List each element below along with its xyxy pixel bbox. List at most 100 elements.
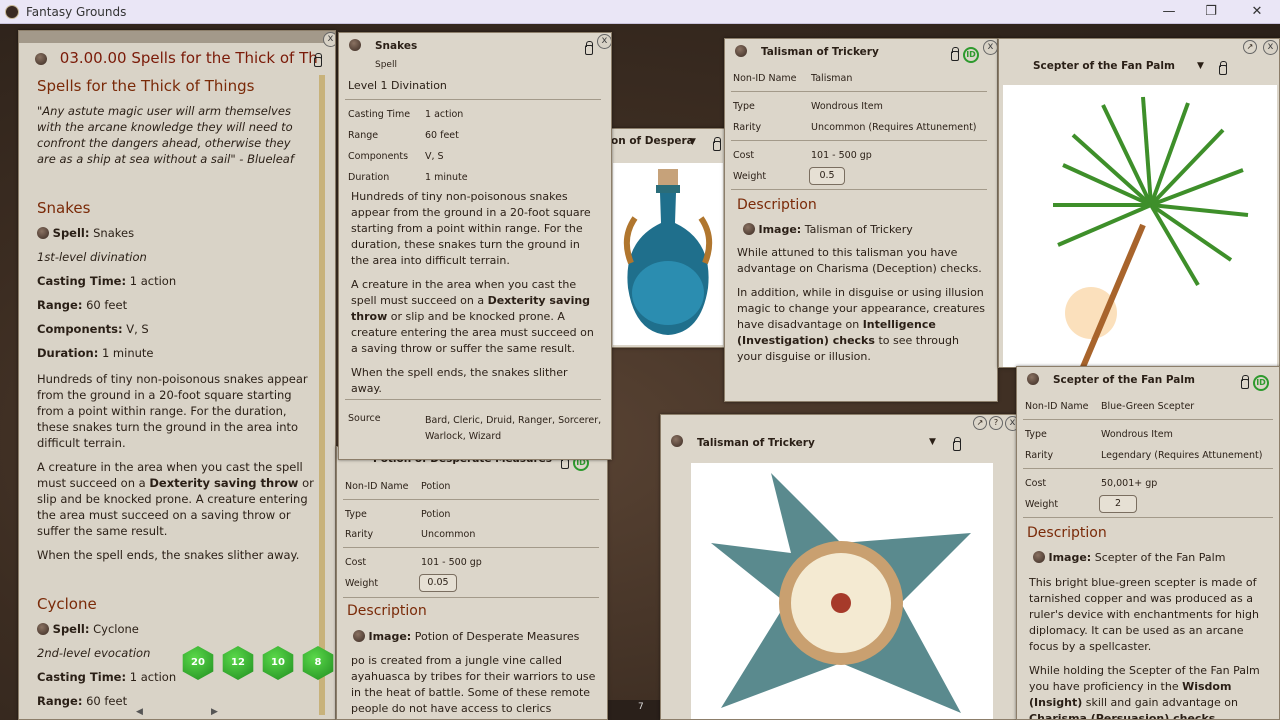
- talisman-image-link-icon[interactable]: [743, 223, 755, 235]
- potion-para1-a: po: [351, 654, 365, 667]
- scepter-rarity-value[interactable]: Legendary (Requires Attunement): [1101, 450, 1262, 461]
- potion-cost-value[interactable]: 101 - 500 gp: [421, 557, 482, 568]
- scepter-image-panel[interactable]: ↗ x Scepter of the Fan Palm ▼: [998, 38, 1280, 368]
- spell-close-icon[interactable]: x: [597, 34, 611, 49]
- casting-value: 1 action: [129, 274, 177, 288]
- scepter-type-value[interactable]: Wondrous Item: [1101, 429, 1173, 440]
- spell-title: Snakes: [375, 40, 418, 52]
- snakes-link-icon[interactable]: [37, 227, 49, 239]
- cyclone-link-label: Spell:: [52, 622, 90, 636]
- potion-rarity-value[interactable]: Uncommon: [421, 529, 475, 540]
- story-link-icon[interactable]: [35, 53, 47, 65]
- close-button[interactable]: ✕: [1246, 3, 1268, 21]
- scepter-cost-label: Cost: [1025, 478, 1047, 489]
- scepter-id-icon[interactable]: ID: [1253, 375, 1269, 391]
- scepter-cost-value[interactable]: 50,001+ gp: [1101, 478, 1157, 489]
- talisman-item-panel[interactable]: x Talisman of Trickery ID Non-ID Name Ta…: [724, 38, 998, 402]
- story-para2-bold: Dexterity saving throw: [149, 476, 299, 490]
- scepter-image-resize-icon[interactable]: ↗: [1243, 40, 1257, 54]
- talisman-weight-label: Weight: [733, 171, 767, 182]
- talisman-cost-label: Cost: [733, 150, 755, 161]
- potion-image-link-icon[interactable]: [353, 630, 365, 642]
- talisman-image-name[interactable]: Talisman of Trickery: [805, 223, 913, 236]
- story-quote: "Any astute magic user will arm themselv…: [37, 104, 294, 166]
- potion-type-label: Type: [345, 509, 367, 520]
- scepter-image-lock-icon[interactable]: [1219, 61, 1227, 75]
- potion-weight-field[interactable]: 0.05: [419, 574, 457, 592]
- talisman-image-help-icon[interactable]: ?: [989, 416, 1003, 430]
- story-lock-icon[interactable]: [314, 53, 322, 67]
- scepter-nonid-value[interactable]: Blue-Green Scepter: [1101, 401, 1194, 412]
- talisman-nonid-label: Non-ID Name: [733, 73, 797, 84]
- story-panel[interactable]: x 03.00.00 Spells for the Thick of Th Sp…: [18, 30, 336, 720]
- snakes-level: 1st-level divination: [37, 250, 147, 264]
- scepter-title: Scepter of the Fan Palm: [1053, 374, 1195, 386]
- spell-casting-value[interactable]: 1 action: [425, 109, 463, 120]
- talisman-para1: While attuned to this talisman you have …: [737, 246, 982, 275]
- cyclone-casting-value: 1 action: [129, 670, 177, 684]
- spell-lock-icon[interactable]: [585, 41, 593, 55]
- potion-para1-b: is created from a jungle vine: [368, 654, 526, 667]
- scepter-image-close-icon[interactable]: x: [1263, 40, 1278, 55]
- spell-source-value[interactable]: Bard, Cleric, Druid, Ranger, Sorcerer, W…: [425, 413, 605, 445]
- spell-range-value[interactable]: 60 feet: [425, 130, 459, 141]
- talisman-para2-a: In addition, while in disguise or using …: [737, 286, 985, 331]
- spell-components-value[interactable]: V, S: [425, 151, 444, 162]
- potion-lock-icon[interactable]: [561, 455, 569, 469]
- talisman-link-icon[interactable]: [735, 45, 747, 57]
- cyclone-link-icon[interactable]: [37, 623, 49, 635]
- talisman-nonid-value[interactable]: Talisman: [811, 73, 852, 84]
- story-close-icon[interactable]: x: [323, 32, 335, 47]
- story-prev-icon[interactable]: ◀: [136, 707, 143, 717]
- talisman-image-resize-icon[interactable]: ↗: [973, 416, 987, 430]
- talisman-close-icon[interactable]: x: [983, 40, 997, 55]
- cyclone-link-name[interactable]: Cyclone: [93, 622, 139, 636]
- potion-image-name[interactable]: Potion of Desperate Measures: [415, 630, 580, 643]
- maximize-button[interactable]: ❐: [1200, 3, 1222, 21]
- potion-image-menu-icon[interactable]: ▼: [689, 137, 696, 147]
- story-next-icon[interactable]: ▶: [211, 707, 218, 717]
- spell-link-icon[interactable]: [349, 39, 361, 51]
- scepter-item-panel[interactable]: Scepter of the Fan Palm ID Non-ID Name B…: [1016, 366, 1280, 720]
- potion-item-panel[interactable]: Potion of Desperate Measures ID Non-ID N…: [336, 446, 608, 720]
- potion-type-value[interactable]: Potion: [421, 509, 450, 520]
- scepter-image-name[interactable]: Scepter of the Fan Palm: [1095, 551, 1226, 564]
- talisman-id-icon[interactable]: ID: [963, 47, 979, 63]
- potion-nonid-label: Non-ID Name: [345, 481, 409, 492]
- scepter-type-label: Type: [1025, 429, 1047, 440]
- potion-nonid-value[interactable]: Potion: [421, 481, 450, 492]
- scepter-desc-heading: Description: [1027, 525, 1107, 541]
- scepter-weight-field[interactable]: 2: [1099, 495, 1137, 513]
- talisman-rarity-value[interactable]: Uncommon (Requires Attunement): [811, 122, 977, 133]
- potion-desc-heading: Description: [347, 603, 427, 619]
- scepter-weight-label: Weight: [1025, 499, 1059, 510]
- scepter-lock-icon[interactable]: [1241, 375, 1249, 389]
- spell-range-label: Range: [348, 130, 379, 141]
- story-scrollbar[interactable]: [319, 75, 325, 715]
- potion-image-lock-icon[interactable]: [713, 137, 721, 151]
- app-titlebar: Fantasy Grounds — ❐ ✕: [0, 0, 1280, 24]
- scepter-rarity-label: Rarity: [1025, 450, 1054, 461]
- duration-value: 1 minute: [101, 346, 154, 360]
- snakes-link-label: Spell:: [52, 226, 90, 240]
- scepter-image-menu-icon[interactable]: ▼: [1197, 61, 1204, 71]
- talisman-image-lock-icon[interactable]: [953, 437, 961, 451]
- talisman-type-value[interactable]: Wondrous Item: [811, 101, 883, 112]
- talisman-image-panel[interactable]: ↗ ? x Talisman of Trickery ▼: [660, 414, 1018, 720]
- components-value: V, S: [126, 322, 149, 336]
- scepter-link-icon[interactable]: [1027, 373, 1039, 385]
- talisman-lock-icon[interactable]: [951, 47, 959, 61]
- spell-duration-value[interactable]: 1 minute: [425, 172, 468, 183]
- cyclone-range-label: Range:: [37, 694, 83, 708]
- talisman-cost-value[interactable]: 101 - 500 gp: [811, 150, 872, 161]
- snakes-link-name[interactable]: Snakes: [93, 226, 134, 240]
- cyclone-range-value: 60 feet: [86, 694, 128, 708]
- scepter-image-link-icon[interactable]: [1033, 551, 1045, 563]
- spell-casting-label: Casting Time: [348, 109, 411, 120]
- talisman-image-link-icon[interactable]: [671, 435, 683, 447]
- talisman-weight-field[interactable]: 0.5: [809, 167, 845, 185]
- talisman-image-menu-icon[interactable]: ▼: [929, 437, 936, 447]
- minimize-button[interactable]: —: [1158, 3, 1180, 21]
- spell-panel[interactable]: x Snakes Spell Level 1 Divination Castin…: [338, 32, 612, 460]
- potion-image-panel[interactable]: on of Despera ▼: [608, 128, 726, 348]
